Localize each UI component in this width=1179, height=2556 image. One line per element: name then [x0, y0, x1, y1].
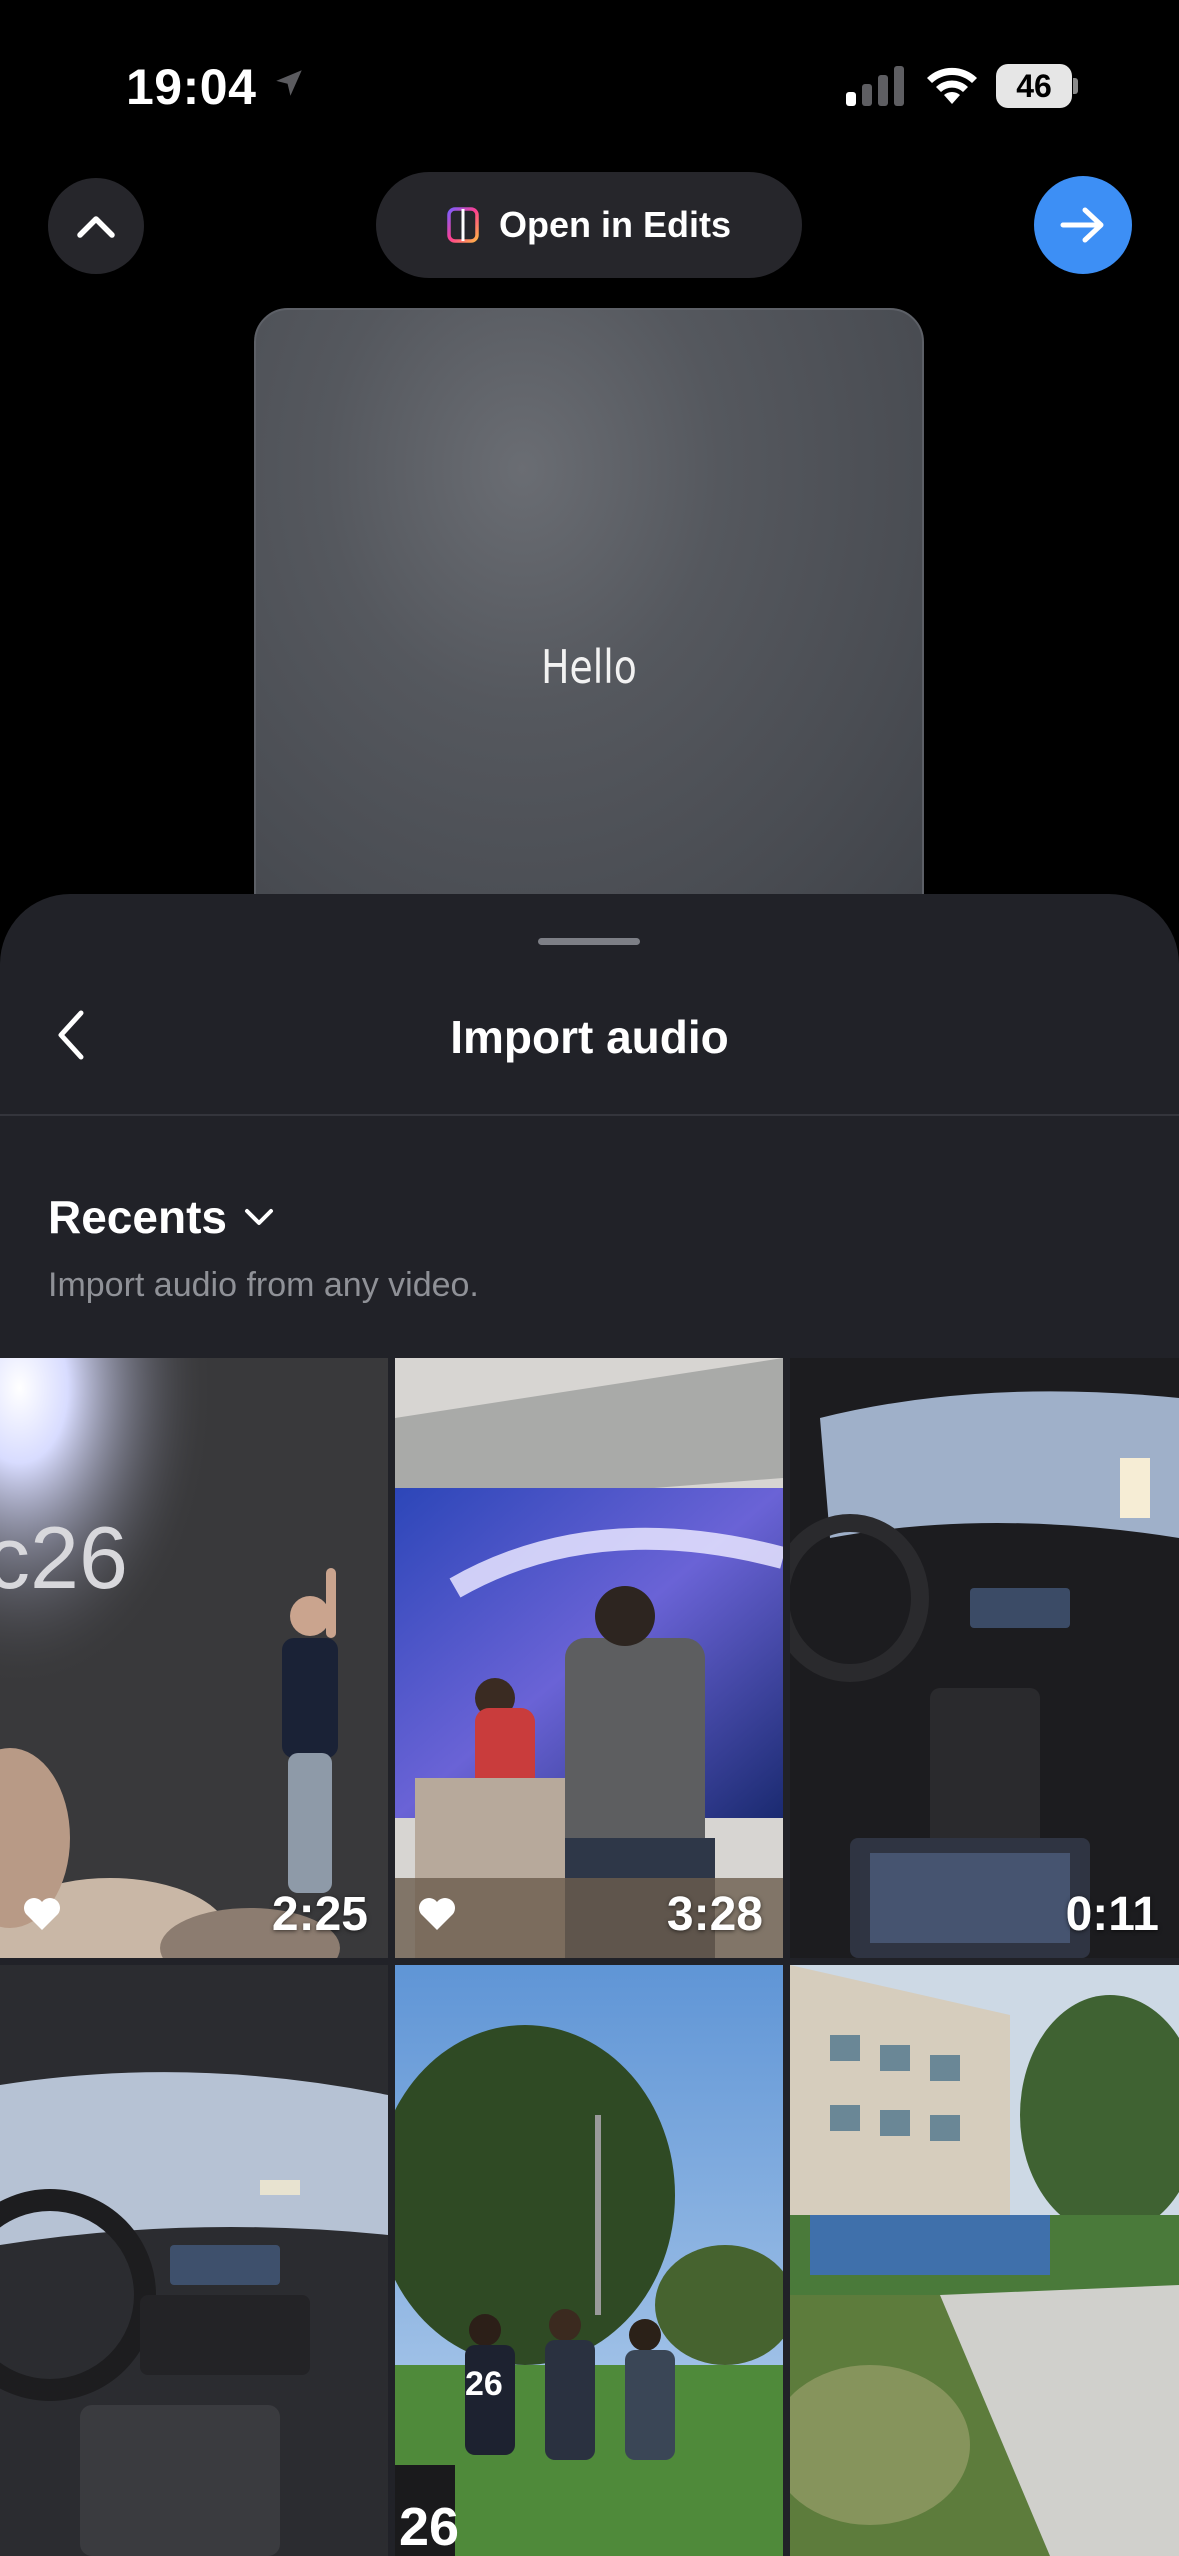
video-thumbnail[interactable]: 26 26	[395, 1965, 783, 2556]
video-thumbnail[interactable]: 3:28	[395, 1358, 783, 1958]
battery-level: 46	[996, 64, 1072, 108]
video-thumbnail[interactable]: c26 2:25	[0, 1358, 388, 1958]
video-thumbnail-image: c26	[0, 1358, 388, 1958]
open-in-edits-label: Open in Edits	[498, 204, 731, 245]
status-time: 19:04	[126, 59, 257, 115]
cellular-signal-icon	[846, 66, 904, 106]
preview-text[interactable]: Hello	[316, 640, 862, 694]
video-thumbnail-image	[790, 1965, 1179, 2556]
chevron-down-icon	[244, 1209, 273, 1225]
video-thumbnail-image	[790, 1358, 1179, 1958]
import-audio-subtitle: Import audio from any video.	[48, 1266, 479, 1304]
story-preview[interactable]: Hello	[254, 308, 924, 948]
arrow-right-icon	[1060, 207, 1104, 243]
video-thumbnail-image	[0, 1965, 388, 2556]
svg-text:c26: c26	[0, 1508, 128, 1607]
video-thumbnail[interactable]	[790, 1965, 1179, 2556]
video-thumbnail-image: 26 26	[395, 1965, 783, 2556]
favorite-heart-icon	[419, 1898, 455, 1930]
status-bar: 19:04 46	[0, 0, 1179, 160]
favorite-heart-icon	[24, 1898, 60, 1930]
svg-text:26: 26	[399, 2497, 459, 2556]
recents-dropdown[interactable]: Recents	[48, 1190, 275, 1244]
next-button[interactable]	[1034, 176, 1132, 274]
sheet-grabber[interactable]	[538, 938, 640, 945]
wifi-icon	[927, 67, 977, 104]
video-duration: 3:28	[666, 1888, 763, 1941]
collapse-button[interactable]	[48, 178, 144, 274]
video-duration: 2:25	[271, 1888, 368, 1941]
video-thumbnail[interactable]: 0:11	[790, 1358, 1179, 1958]
svg-text:26: 26	[465, 2365, 503, 2403]
video-duration: 0:11	[1065, 1888, 1159, 1941]
sheet-title: Import audio	[450, 1011, 729, 1063]
edits-app-icon	[447, 207, 479, 243]
location-arrow-icon	[276, 70, 302, 96]
sheet-divider	[0, 1114, 1179, 1116]
battery-indicator: 46	[996, 64, 1078, 108]
recents-label: Recents	[48, 1191, 227, 1243]
video-thumbnail-image	[395, 1358, 783, 1958]
video-thumbnail[interactable]	[0, 1965, 388, 2556]
chevron-up-icon	[77, 216, 115, 238]
battery-tip	[1073, 78, 1078, 94]
open-in-edits-button[interactable]: Open in Edits	[376, 172, 802, 278]
